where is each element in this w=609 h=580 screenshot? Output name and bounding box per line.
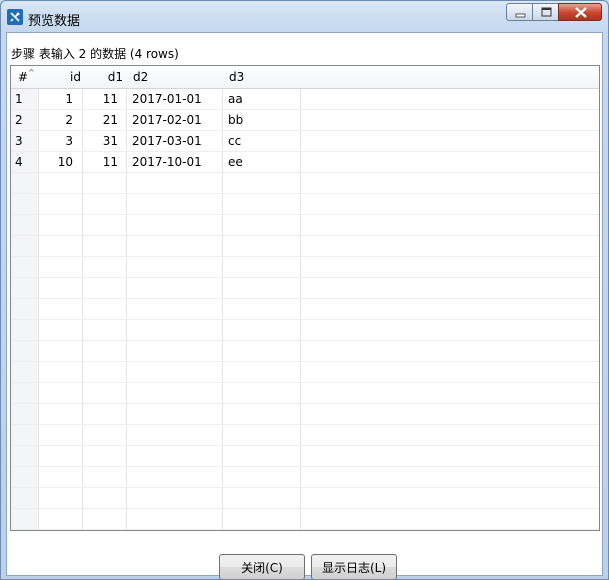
cell-d1[interactable]: 31 bbox=[83, 134, 118, 148]
title-bar[interactable]: 预览数据 bbox=[1, 1, 608, 32]
row-divider bbox=[11, 340, 599, 341]
row-divider bbox=[11, 298, 599, 299]
minimize-button[interactable] bbox=[506, 3, 533, 21]
cell-id[interactable]: 3 bbox=[39, 134, 73, 148]
step-data-label: 步骤 表输入 2 的数据 (4 rows) bbox=[11, 47, 179, 61]
row-divider bbox=[11, 130, 599, 131]
cell-d2[interactable]: 2017-03-01 bbox=[132, 134, 202, 148]
close-button[interactable]: 关闭(C) bbox=[219, 554, 305, 579]
header-d1[interactable]: d1 bbox=[91, 70, 123, 84]
header-d3[interactable]: d3 bbox=[229, 70, 244, 84]
row-divider bbox=[11, 319, 599, 320]
row-divider bbox=[11, 508, 599, 509]
cell-d1[interactable]: 11 bbox=[83, 155, 118, 169]
maximize-icon bbox=[541, 7, 552, 17]
header-d2[interactable]: d2 bbox=[133, 70, 148, 84]
cell-d3[interactable]: ee bbox=[228, 155, 243, 169]
row-divider bbox=[11, 424, 599, 425]
minimize-icon bbox=[515, 13, 526, 18]
header-id[interactable]: id bbox=[51, 70, 81, 84]
cell-num[interactable]: 3 bbox=[15, 134, 23, 148]
row-divider bbox=[11, 151, 599, 152]
dialog-body: 步骤 表输入 2 的数据 (4 rows) ^ # id d1 d2 d3 11… bbox=[6, 32, 603, 579]
row-divider bbox=[11, 487, 599, 488]
row-divider bbox=[11, 445, 599, 446]
cell-d2[interactable]: 2017-02-01 bbox=[132, 113, 202, 127]
cell-num[interactable]: 4 bbox=[15, 155, 23, 169]
cell-id[interactable]: 1 bbox=[39, 92, 73, 106]
preview-table[interactable]: ^ # id d1 d2 d3 1 1 11 2017-01-01 aa 2 2 21 2017… bbox=[10, 65, 600, 531]
cell-d2[interactable]: 2017-10-01 bbox=[132, 155, 202, 169]
row-divider bbox=[11, 235, 599, 236]
cell-num[interactable]: 1 bbox=[15, 92, 23, 106]
row-divider bbox=[11, 172, 599, 173]
sort-caret-icon: ^ bbox=[28, 68, 35, 77]
cell-num[interactable]: 2 bbox=[15, 113, 23, 127]
cell-d3[interactable]: bb bbox=[228, 113, 243, 127]
table-header: ^ # id d1 d2 d3 bbox=[11, 66, 599, 89]
maximize-button[interactable] bbox=[532, 3, 559, 21]
header-rownum[interactable]: ^ # bbox=[18, 68, 35, 84]
row-divider bbox=[11, 466, 599, 467]
cell-d2[interactable]: 2017-01-01 bbox=[132, 92, 202, 106]
row-divider bbox=[11, 277, 599, 278]
cell-d1[interactable]: 11 bbox=[83, 92, 118, 106]
window-title: 预览数据 bbox=[28, 14, 81, 29]
row-divider bbox=[11, 382, 599, 383]
cell-id[interactable]: 10 bbox=[39, 155, 73, 169]
row-divider bbox=[11, 193, 599, 194]
row-divider bbox=[11, 361, 599, 362]
cell-id[interactable]: 2 bbox=[39, 113, 73, 127]
preview-data-window: 预览数据 步骤 表输入 2 的数据 (4 rows) ^ # id d1 d2 … bbox=[0, 0, 609, 580]
cell-d3[interactable]: aa bbox=[228, 92, 243, 106]
close-icon bbox=[575, 7, 587, 18]
close-window-button[interactable] bbox=[558, 3, 602, 21]
cell-d1[interactable]: 21 bbox=[83, 113, 118, 127]
row-divider bbox=[11, 529, 599, 530]
row-divider bbox=[11, 256, 599, 257]
row-divider bbox=[11, 214, 599, 215]
app-icon bbox=[7, 9, 23, 25]
cell-d3[interactable]: cc bbox=[228, 134, 241, 148]
row-divider bbox=[11, 403, 599, 404]
show-log-button[interactable]: 显示日志(L) bbox=[311, 554, 397, 579]
row-divider bbox=[11, 109, 599, 110]
